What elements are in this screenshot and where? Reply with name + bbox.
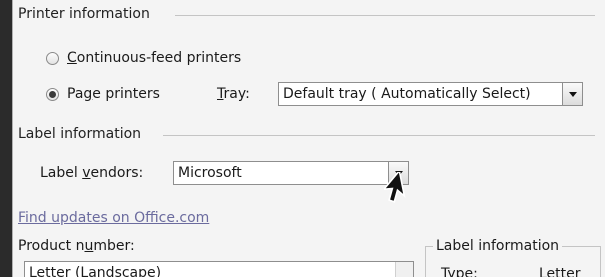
mouse-pointer-icon xyxy=(384,172,406,203)
page-printers-radio-option[interactable]: Page printers xyxy=(46,86,160,102)
list-scrollbar[interactable] xyxy=(395,262,413,277)
printer-information-heading: Printer information xyxy=(18,6,150,22)
tray-dropdown[interactable]: Default tray ( Automatically Select) xyxy=(278,82,583,106)
label-type-label: Type: xyxy=(441,266,478,277)
continuous-feed-label: Continuous-feed printers xyxy=(67,50,242,66)
label-options-dialog: Printer information Continuous-feed prin… xyxy=(12,0,605,277)
page-printers-radio[interactable] xyxy=(46,87,59,101)
radio-selected-dot xyxy=(49,90,56,98)
tray-dropdown-button[interactable] xyxy=(562,83,582,105)
find-updates-link[interactable]: Find updates on Office.com xyxy=(18,210,209,226)
tray-dropdown-value: Default tray ( Automatically Select) xyxy=(283,86,531,102)
list-item[interactable]: Letter (Landscape) xyxy=(29,265,161,277)
label-vendors-dropdown-value: Microsoft xyxy=(178,165,242,181)
continuous-feed-radio[interactable] xyxy=(46,51,59,65)
label-vendors-label: Label vendors: xyxy=(40,165,144,181)
continuous-feed-radio-option[interactable]: Continuous-feed printers xyxy=(46,50,241,66)
chevron-down-icon xyxy=(568,91,577,97)
label-information-heading: Label information xyxy=(18,126,142,142)
label-details-heading: Label information xyxy=(433,238,563,254)
tray-label: Tray: xyxy=(217,86,250,102)
section-divider xyxy=(163,135,595,136)
section-divider xyxy=(175,15,595,16)
label-type-value: Letter xyxy=(539,266,581,277)
label-vendors-dropdown[interactable]: Microsoft xyxy=(173,161,409,185)
product-number-label: Product number: xyxy=(18,238,135,254)
page-printers-label: Page printers xyxy=(67,86,160,102)
product-number-list[interactable]: Letter (Landscape) xyxy=(24,261,414,277)
